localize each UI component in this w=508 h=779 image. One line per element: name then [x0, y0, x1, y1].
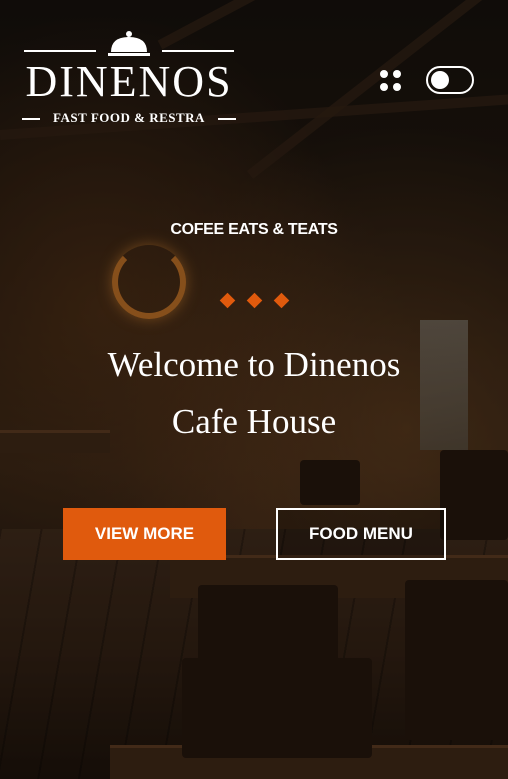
tagline-rule-right: [218, 118, 236, 120]
logo-rule-left: [24, 50, 96, 52]
diamond-icon: [246, 292, 263, 309]
diamond-icon: [273, 292, 290, 309]
dot: [380, 83, 388, 91]
tagline-rule-left: [22, 118, 40, 120]
tagline-row: FAST FOOD & RESTRA: [22, 110, 236, 126]
headline-line-1: Welcome to Dinenos: [107, 345, 401, 384]
brand-name: DINENOS: [25, 57, 233, 106]
dot: [393, 70, 401, 78]
headline-line-2: Cafe House: [171, 402, 337, 441]
cloche-row: [22, 30, 236, 58]
hero-subtitle: COFEE EATS & TEATS: [170, 221, 338, 238]
cloche-icon: [108, 31, 150, 56]
toggle-knob: [431, 71, 449, 89]
brand-tagline: FAST FOOD & RESTRA: [53, 110, 205, 125]
diamond-icon: [219, 292, 236, 309]
dot: [393, 83, 401, 91]
logo-rule-right: [162, 50, 234, 52]
theme-toggle-switch[interactable]: [426, 66, 474, 94]
dot: [380, 70, 388, 78]
view-more-button[interactable]: VIEW MORE: [63, 508, 226, 560]
grid-dots-icon[interactable]: [378, 68, 404, 94]
hero-section: DINENOS FAST FOOD & RESTRA COFEE EATS & …: [0, 0, 508, 779]
brand-logo[interactable]: DINENOS FAST FOOD & RESTRA: [22, 30, 236, 126]
food-menu-button[interactable]: FOOD MENU: [276, 508, 446, 560]
hero-headline: Welcome to Dinenos Cafe House: [0, 336, 508, 450]
diamond-divider-icon: [218, 292, 292, 310]
